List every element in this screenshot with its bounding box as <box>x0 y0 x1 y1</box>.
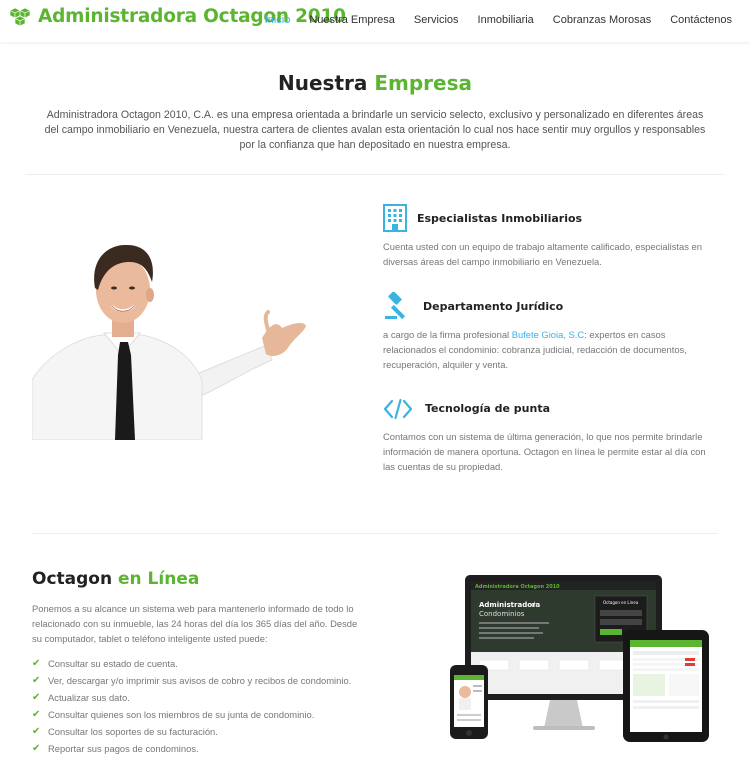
gavel-icon <box>385 292 406 320</box>
empresa-title-part1: Nuestra <box>278 71 368 95</box>
online-title-part1: Octagon <box>32 569 113 589</box>
check-icon: ✔ <box>32 658 41 669</box>
nav-nuestra-empresa[interactable]: Nuestra Empresa <box>309 14 395 26</box>
nav-cobranzas-morosas[interactable]: Cobranzas Morosas <box>553 14 651 26</box>
list-item: ✔ Consultar quienes son los miembros de s… <box>32 706 351 723</box>
check-icon: ✔ <box>32 675 41 686</box>
online-title-part2: en Línea <box>118 569 200 589</box>
devices-mockup-image: Administradora Octagon 2010 Administrado… <box>450 575 709 742</box>
feature-text-tecnologia: Contamos con un sistema de última genera… <box>383 431 706 472</box>
monitor-title-2: de <box>531 601 540 609</box>
navbar: Administradora Octagon 2010 Inicio Nuest… <box>0 0 750 42</box>
feature-text-especialistas: Cuenta usted con un equipo de trabajo al… <box>383 241 702 267</box>
list-item-label: Actualizar sus dato. <box>48 692 130 703</box>
monitor-header-text: Administradora Octagon 2010 <box>475 584 560 590</box>
code-icon <box>383 398 413 420</box>
list-item: ✔ Consultar los soportes de su facturació… <box>32 723 351 740</box>
list-item: ✔ Consultar su estado de cuenta. <box>32 655 351 672</box>
online-description: Ponemos a su alcance un sistema web para… <box>32 603 358 644</box>
check-icon: ✔ <box>32 709 41 720</box>
feature-text-juridico: a cargo de la firma profesional Bufete G… <box>383 327 713 372</box>
online-title: Octagon en Línea <box>32 569 199 589</box>
empresa-title-part2: Empresa <box>374 71 472 95</box>
main-nav: Inicio Nuestra Empresa Servicios Inmobil… <box>246 14 732 26</box>
feature-title-especialistas: Especialistas Inmobiliarios <box>417 212 583 225</box>
nav-inicio[interactable]: Inicio <box>265 14 291 26</box>
building-icon <box>383 204 407 232</box>
check-icon: ✔ <box>32 726 41 737</box>
check-icon: ✔ <box>32 743 41 754</box>
list-item-label: Consultar los soportes de su facturación… <box>48 726 218 737</box>
monitor-title-3: Condominios <box>479 610 525 618</box>
divider <box>32 533 718 534</box>
nav-servicios[interactable]: Servicios <box>414 14 459 26</box>
list-item: ✔ Actualizar sus dato. <box>32 689 351 706</box>
feature-title-juridico: Departamento Jurídico <box>423 300 564 313</box>
cubes-logo-icon <box>9 7 31 26</box>
empresa-intro: Administradora Octagon 2010, C.A. es una… <box>44 109 706 151</box>
feature-title-tecnologia: Tecnología de punta <box>425 402 551 415</box>
list-item-label: Ver, descargar y/o imprimir sus avisos d… <box>48 675 352 686</box>
nav-contactenos[interactable]: Contáctenos <box>670 14 732 26</box>
empresa-title: Nuestra Empresa <box>0 71 750 95</box>
divider <box>25 174 725 175</box>
login-title: Octagon en Linea <box>603 600 639 605</box>
nav-inmobiliaria[interactable]: Inmobiliaria <box>478 14 534 26</box>
list-item-label: Consultar su estado de cuenta. <box>48 658 178 669</box>
list-item-label: Reportar sus pagos de condominos. <box>48 743 199 754</box>
list-item-label: Consultar quienes son los miembros de su… <box>48 709 315 720</box>
feature-text-juridico-before: a cargo de la firma profesional <box>383 329 512 340</box>
check-icon: ✔ <box>32 692 41 703</box>
bufete-gioia-link[interactable]: Bufete Gioia, S.C <box>512 329 584 340</box>
list-item: ✔ Ver, descargar y/o imprimir sus avisos … <box>32 672 351 689</box>
list-item: ✔ Reportar sus pagos de condominos. <box>32 740 351 757</box>
online-checklist: ✔ Consultar su estado de cuenta. ✔ Ver, de… <box>32 655 351 757</box>
businessman-image <box>32 244 306 440</box>
